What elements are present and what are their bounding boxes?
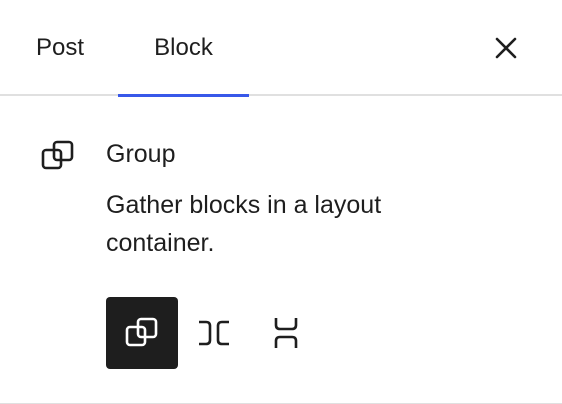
block-inspector-panel: Post Block Group Gather blocks in a layo… bbox=[0, 0, 562, 404]
group-icon bbox=[41, 140, 74, 170]
block-title: Group bbox=[106, 140, 176, 168]
sidebar-tabs: Post Block bbox=[0, 0, 562, 97]
variation-stack-button[interactable] bbox=[250, 297, 322, 369]
close-button[interactable] bbox=[484, 26, 528, 70]
stack-icon bbox=[274, 318, 298, 348]
row-icon bbox=[199, 320, 229, 346]
block-card: Group Gather blocks in a layout containe… bbox=[0, 98, 562, 404]
group-icon bbox=[125, 317, 158, 347]
block-description: Gather blocks in a layout container. bbox=[106, 191, 382, 257]
tab-post[interactable]: Post bbox=[14, 0, 106, 96]
variation-group-button[interactable] bbox=[106, 297, 178, 369]
tab-block[interactable]: Block bbox=[118, 0, 249, 97]
variation-row-button[interactable] bbox=[178, 297, 250, 369]
close-icon bbox=[495, 37, 517, 59]
